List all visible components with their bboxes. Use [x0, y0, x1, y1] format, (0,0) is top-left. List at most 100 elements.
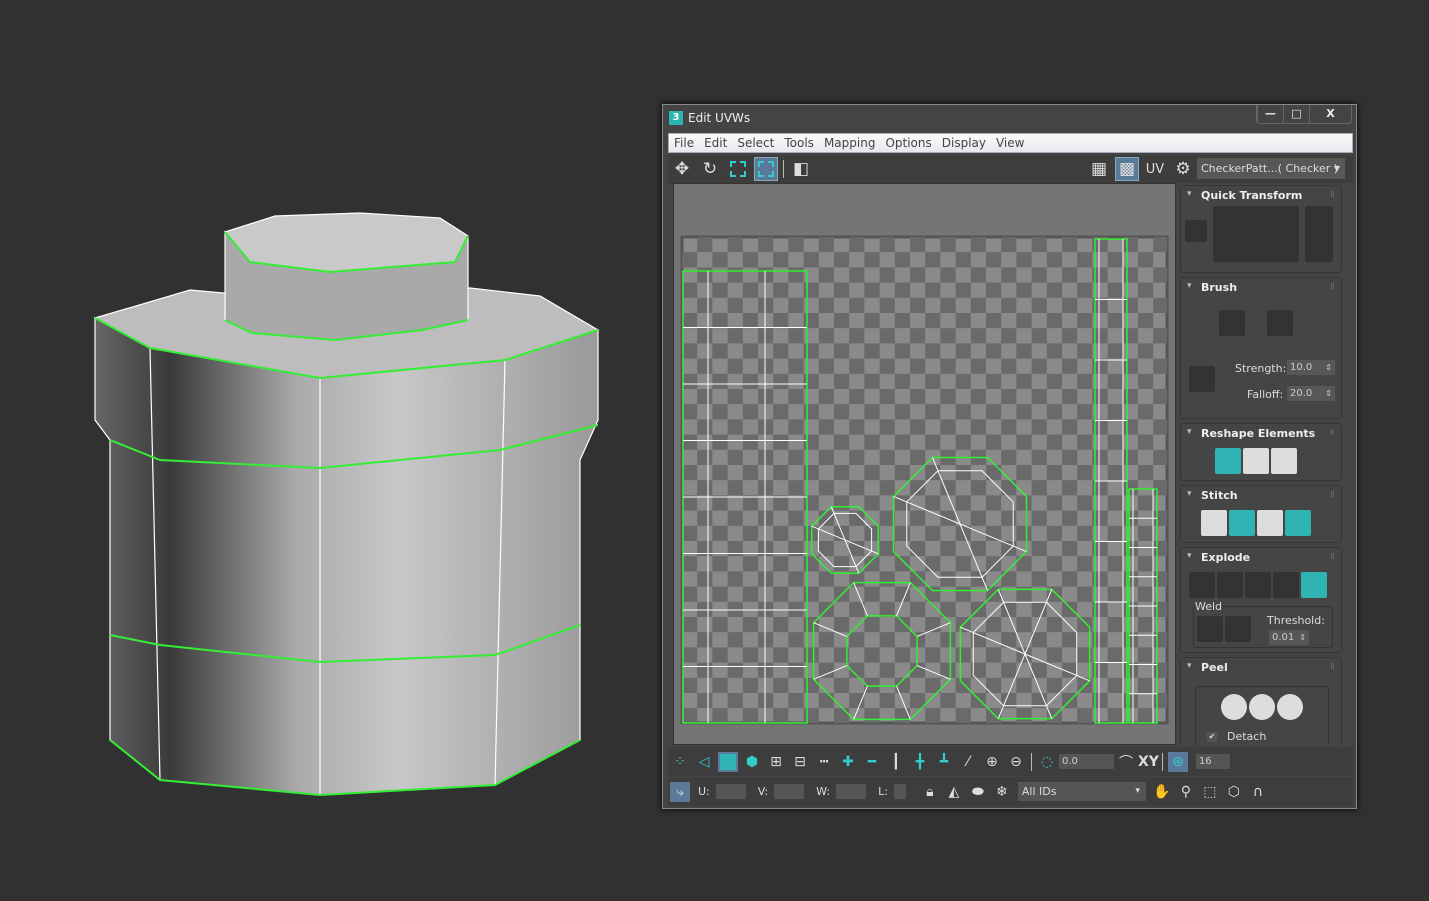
checker-cell	[955, 647, 971, 663]
maximize-button[interactable]: □	[1283, 105, 1309, 123]
shrink-brush-icon[interactable]: ⊖	[1006, 752, 1026, 772]
lock-icon[interactable]: 🔒︎	[920, 782, 940, 802]
mirror-icon[interactable]: ◧	[789, 157, 813, 181]
zoom-icon[interactable]: ⚲	[1176, 782, 1196, 802]
checker-cell	[864, 252, 880, 268]
edge-distance-value[interactable]: 16	[1195, 754, 1230, 769]
menu-options[interactable]: Options	[880, 136, 936, 150]
ring-icon[interactable]: ┃	[886, 752, 906, 772]
menu-select[interactable]: Select	[732, 136, 779, 150]
rollout-title[interactable]: Stitch	[1181, 486, 1341, 502]
soft-selection-value[interactable]: 0.0	[1059, 754, 1114, 769]
show-map-icon[interactable]: ▩	[1115, 157, 1139, 181]
falloff-spinner[interactable]: 20.0	[1287, 386, 1335, 401]
rollout-title[interactable]: Quick Transform	[1181, 186, 1341, 202]
rollout-title[interactable]: Reshape Elements	[1181, 424, 1341, 440]
relax-brush-icon[interactable]	[1267, 310, 1293, 336]
reset-peel-icon[interactable]	[1277, 694, 1303, 720]
peel-mode-icon[interactable]	[1249, 694, 1275, 720]
texture-settings-icon[interactable]: ⚙	[1171, 157, 1195, 181]
rotate-icon[interactable]: ↻	[698, 157, 722, 181]
uv-editor-viewport[interactable]	[673, 183, 1176, 745]
vertex-mode-icon[interactable]: ⁘	[670, 752, 690, 772]
distribute-icon[interactable]	[1305, 206, 1333, 262]
title-bar[interactable]: 3 Edit UVWs — □ X	[663, 105, 1356, 130]
stitch-custom-icon[interactable]	[1201, 510, 1227, 536]
shrink-selection-icon[interactable]: ⊟	[790, 752, 810, 772]
quick-peel-icon[interactable]	[1221, 694, 1247, 720]
menu-file[interactable]: File	[669, 136, 699, 150]
menu-view[interactable]: View	[991, 136, 1029, 150]
filter-icon[interactable]: ⬬	[968, 782, 988, 802]
menu-display[interactable]: Display	[937, 136, 991, 150]
checker-cell	[1138, 404, 1154, 420]
checker-icon[interactable]: ▦	[1087, 157, 1111, 181]
freeform-icon[interactable]	[754, 157, 778, 181]
falloff-type-icon[interactable]	[1189, 366, 1215, 392]
stitch-average-icon[interactable]	[1257, 510, 1283, 536]
rollout-title[interactable]: Explode	[1181, 548, 1341, 564]
strength-spinner[interactable]: 10.0	[1287, 360, 1335, 375]
align-tools-icon[interactable]	[1213, 206, 1299, 262]
move-icon[interactable]: ✥	[670, 157, 694, 181]
threshold-spinner[interactable]: 0.01	[1269, 630, 1309, 645]
hide-icon[interactable]: ◭	[944, 782, 964, 802]
detach-icon[interactable]	[1217, 572, 1243, 598]
checker-cell	[818, 449, 834, 465]
rollout-title[interactable]: Brush	[1181, 278, 1341, 294]
paint-select-icon[interactable]: ⁄	[958, 752, 978, 772]
soft-selection-icon[interactable]: ◌	[1037, 752, 1057, 772]
break-icon[interactable]	[1189, 572, 1215, 598]
loop-icon[interactable]: ┅	[814, 752, 834, 772]
edge-mode-icon[interactable]: ◁	[694, 752, 714, 772]
weld-target-icon[interactable]	[1225, 616, 1251, 642]
grow-selection-icon[interactable]: ⊞	[766, 752, 786, 772]
pan-icon[interactable]: ✋	[1152, 782, 1172, 802]
relax-icon[interactable]	[1243, 448, 1269, 474]
minimize-button[interactable]: —	[1257, 105, 1283, 123]
rollout-title[interactable]: Peel	[1181, 658, 1341, 674]
detach-checkbox[interactable]: ✔	[1207, 732, 1217, 742]
texture-dropdown[interactable]: CheckerPatt...( Checker ) ▼	[1197, 158, 1345, 179]
checker-cell	[1153, 571, 1167, 587]
xy-label[interactable]: XY	[1138, 754, 1159, 770]
falloff-curve-icon[interactable]: ⌒	[1116, 752, 1136, 772]
u-field[interactable]	[715, 784, 746, 799]
zoom-region-icon[interactable]: ⬚	[1200, 782, 1220, 802]
flatten-by-polygon-icon[interactable]	[1245, 572, 1271, 598]
menu-mapping[interactable]: Mapping	[819, 136, 881, 150]
paint-move-icon[interactable]	[1219, 310, 1245, 336]
w-field[interactable]	[836, 784, 867, 799]
enlarge-brush-icon[interactable]: ⊕	[982, 752, 1002, 772]
v-field[interactable]	[774, 784, 805, 799]
scale-icon[interactable]	[726, 157, 750, 181]
flatten-by-smoothing-icon[interactable]	[1273, 572, 1299, 598]
close-button[interactable]: X	[1309, 105, 1351, 123]
freeze-icon[interactable]: ❄	[992, 782, 1012, 802]
straighten-icon[interactable]	[1215, 448, 1241, 474]
element-mode-icon[interactable]: ⬢	[742, 752, 762, 772]
flatten-by-material-icon[interactable]	[1301, 572, 1327, 598]
checker-cell	[742, 556, 758, 572]
absolute-offset-icon[interactable]: ⤷	[670, 781, 690, 802]
polygon-mode-icon[interactable]	[718, 751, 738, 772]
relax-settings-icon[interactable]	[1271, 448, 1297, 474]
stitch-target-icon[interactable]	[1229, 510, 1255, 536]
stitch-source-icon[interactable]	[1285, 510, 1311, 536]
uv-label[interactable]: UV	[1143, 157, 1167, 181]
zoom-extents-icon[interactable]: ⬡	[1224, 782, 1244, 802]
weld-selected-icon[interactable]	[1197, 616, 1223, 642]
set-pivot-icon[interactable]	[1185, 220, 1207, 242]
material-ids-dropdown[interactable]: All IDs	[1017, 782, 1146, 801]
snap-icon[interactable]: ∩	[1248, 782, 1268, 802]
menu-tools[interactable]: Tools	[779, 136, 819, 150]
ring-grow-icon[interactable]: ╋	[910, 752, 930, 772]
loop-shrink-icon[interactable]: ━	[862, 752, 882, 772]
checker-cell	[758, 267, 774, 283]
menu-edit[interactable]: Edit	[699, 136, 732, 150]
ring-shrink-icon[interactable]: ┻	[934, 752, 954, 772]
checker-cell	[894, 404, 910, 420]
l-checkbox[interactable]	[893, 784, 906, 799]
loop-grow-icon[interactable]: ✚	[838, 752, 858, 772]
edge-distance-icon[interactable]: ⊛	[1167, 751, 1188, 772]
